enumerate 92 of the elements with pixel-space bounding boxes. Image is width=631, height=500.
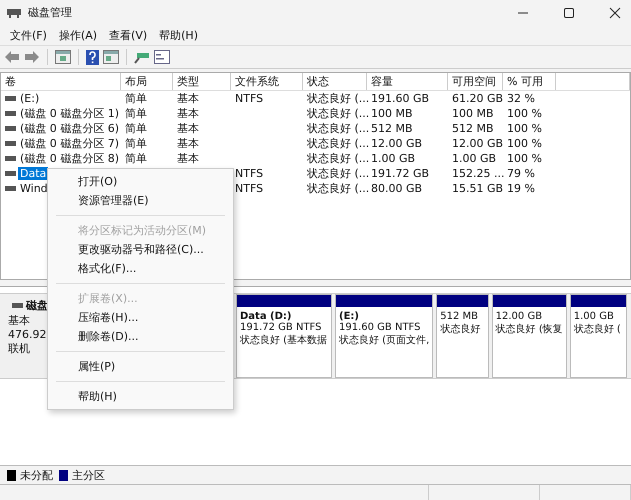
table-cell: 100 MB [371,107,413,120]
table-cell: 19 % [507,182,535,195]
partition-title: Data (D:) [240,311,292,322]
table-cell: 152.25 ... [452,167,504,180]
table-cell: NTFS [235,92,264,105]
partition-info: 状态良好 ( [574,322,622,336]
partition-info: 512 MB [440,311,480,322]
window-title: 磁盘管理 [28,5,72,20]
table-cell: 简单 [125,106,147,121]
partition-info: 状态良好 (恢复 [496,322,563,336]
table-cell: 状态良好 (... [307,91,370,106]
table-cell: 基本 [177,136,199,151]
legend-label: 未分配 [20,468,53,482]
table-cell: 191.60 GB [371,92,430,105]
menu-item[interactable]: 格式化(F)... [48,259,233,278]
menu-item[interactable]: 删除卷(D)... [48,327,233,346]
table-cell: 100 % [507,137,542,150]
table-cell: 状态良好 (... [307,136,370,151]
table-cell: NTFS [235,167,264,180]
table-cell: 状态良好 (... [307,106,370,121]
legend-label: 主分区 [72,468,105,482]
volume-name[interactable]: (E:) [18,92,42,105]
partition-info: 191.72 GB NTFS [240,322,322,333]
volume-name[interactable]: Data [18,167,48,180]
volume-name[interactable]: (磁盘 0 磁盘分区 1) [18,106,122,121]
table-cell: 191.72 GB [371,167,430,180]
table-cell: 基本 [177,91,199,106]
table-cell: 100 % [507,107,542,120]
table-cell: 512 MB [452,122,494,135]
table-cell: 61.20 GB [452,92,504,105]
partition-title: (E:) [339,311,360,322]
partition-block[interactable]: 512 MB 状态良好 [436,294,489,378]
menu-item[interactable]: 帮助(H) [48,387,233,406]
column-header[interactable]: 类型 [173,73,231,90]
table-cell: 1.00 GB [371,152,416,165]
table-cell: 基本 [177,106,199,121]
menu-item[interactable]: 文件(F) [4,28,53,42]
menu-item[interactable]: 资源管理器(E) [48,191,233,210]
volume-name[interactable]: (磁盘 0 磁盘分区 7) [18,136,122,151]
table-cell: 512 MB [371,122,413,135]
partition-info: 12.00 GB [496,311,544,322]
table-cell: 100 % [507,122,542,135]
menu-item[interactable]: 打开(O) [48,172,233,191]
table-cell: 简单 [125,136,147,151]
table-cell: 79 % [507,167,535,180]
table-cell: 1.00 GB [452,152,496,165]
menu-item[interactable]: 帮助(H) [153,28,204,42]
table-cell: 状态良好 (... [307,121,370,136]
menu-item[interactable]: 更改驱动器号和路径(C)... [48,240,233,259]
table-cell: 12.00 GB [371,137,422,150]
disk-info: 基本 [8,313,30,328]
partition-info: 191.60 GB NTFS [339,322,422,333]
table-cell: 简单 [125,121,147,136]
disk-info: 476.92 [8,328,46,341]
table-cell: 80.00 GB [371,182,422,195]
partition-info: 状态良好 (页面文件, [339,334,430,347]
partition-block[interactable]: 12.00 GB 状态良好 (恢复 [492,294,567,378]
table-cell: 12.00 GB [452,137,504,150]
partition-block[interactable]: Data (D:) 191.72 GB NTFS 状态良好 (基本数据 [236,294,332,378]
volume-name[interactable]: (磁盘 0 磁盘分区 6) [18,121,122,136]
menu-item[interactable]: 操作(A) [52,28,104,42]
partition-info: 状态良好 (基本数据 [240,334,328,347]
table-cell: 15.51 GB [452,182,504,195]
menu-item[interactable]: 属性(P) [48,357,233,376]
column-header[interactable]: 容量 [367,73,448,90]
table-cell: 基本 [177,121,199,136]
column-header[interactable]: % 可用 [503,73,556,90]
partition-info: 状态良好 [440,322,482,336]
table-cell: 状态良好 (... [307,181,370,196]
table-cell: 基本 [177,151,199,166]
partition-info: 1.00 GB [574,311,615,322]
column-header[interactable]: 布局 [121,73,173,90]
disk-name: 磁盘 [26,298,48,313]
table-cell: 100 % [507,152,542,165]
column-header[interactable]: 可用空间 [448,73,503,90]
table-cell: NTFS [235,182,264,195]
volume-name[interactable]: (磁盘 0 磁盘分区 8) [18,151,122,166]
column-header[interactable]: 卷 [1,73,121,90]
volume-name[interactable]: Wind [18,182,50,195]
partition-block[interactable]: 1.00 GB 状态良好 ( [570,294,627,378]
column-header[interactable]: 状态 [303,73,367,90]
menu-item[interactable]: 查看(V) [103,28,154,42]
table-cell: 状态良好 (... [307,166,370,181]
disk-info: 联机 [8,341,30,356]
table-cell: 简单 [125,151,147,166]
menu-item[interactable]: 压缩卷(H)... [48,308,233,327]
table-cell: 32 % [507,92,535,105]
partition-block[interactable]: (E:) 191.60 GB NTFS 状态良好 (页面文件, [335,294,434,378]
table-cell: 100 MB [452,107,494,120]
table-cell: 状态良好 (... [307,151,370,166]
column-header[interactable]: 文件系统 [231,73,303,90]
table-cell: 简单 [125,91,147,106]
